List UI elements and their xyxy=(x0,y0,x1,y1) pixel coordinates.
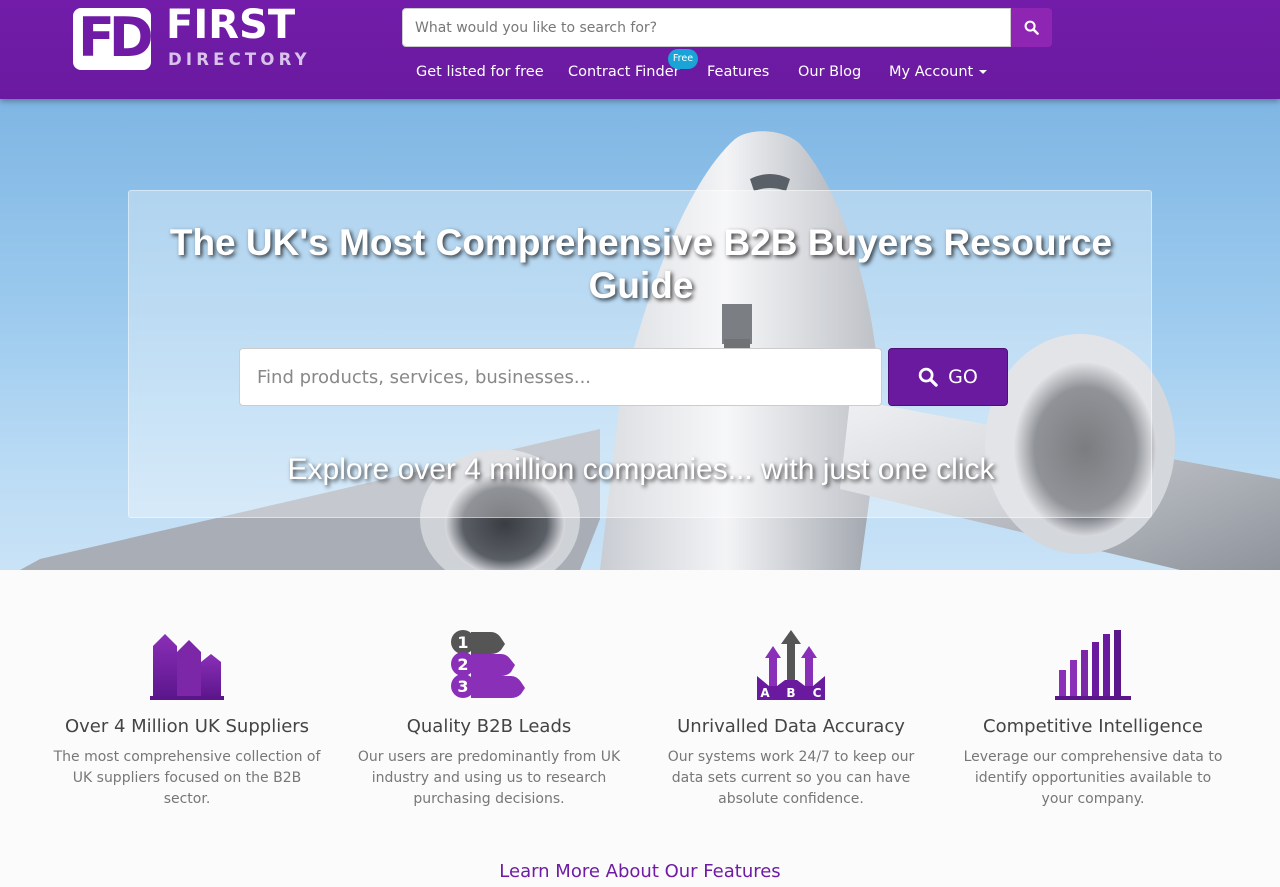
nav-my-account[interactable]: My Account xyxy=(889,64,988,80)
feature-description: Our users are predominantly from UK indu… xyxy=(357,749,621,807)
svg-text:2: 2 xyxy=(457,655,468,674)
first-directory-logo[interactable]: FD FIRST DIRECTORY xyxy=(73,2,325,72)
hero-title: The UK's Most Comprehensive B2B Buyers R… xyxy=(169,222,1113,306)
hero-banner: The UK's Most Comprehensive B2B Buyers R… xyxy=(0,99,1280,570)
bar-chart-icon xyxy=(1055,630,1131,700)
svg-text:C: C xyxy=(813,686,822,700)
go-button[interactable]: GO xyxy=(888,348,1008,406)
search-icon xyxy=(1024,20,1039,35)
feature-description: The most comprehensive collection of UK … xyxy=(53,749,321,807)
nav-my-account-label: My Account xyxy=(889,64,974,80)
svg-text:3: 3 xyxy=(457,677,468,696)
header-search-button[interactable] xyxy=(1011,8,1052,47)
numbered-list-icon: 1 2 3 xyxy=(451,630,525,698)
hero-search-input[interactable] xyxy=(239,348,882,406)
feature-title: Quality B2B Leads xyxy=(406,716,572,737)
buildings-icon xyxy=(150,634,224,700)
logo-word-directory: DIRECTORY xyxy=(168,50,311,69)
feature-leads: 1 2 3 Quality B2B Leads Our users are pr… xyxy=(338,630,640,810)
svg-text:1: 1 xyxy=(457,633,468,652)
hero-subtitle: Explore over 4 million companies... with… xyxy=(287,453,995,486)
nav-get-listed[interactable]: Get listed for free xyxy=(416,64,544,80)
feature-title: Unrivalled Data Accuracy xyxy=(677,716,905,737)
nav-features[interactable]: Features xyxy=(707,64,769,80)
feature-accuracy: A B C Unrivalled Data Accuracy Our syste… xyxy=(640,630,942,810)
free-badge: Free xyxy=(668,49,698,69)
feature-title: Over 4 Million UK Suppliers xyxy=(64,716,310,737)
logo-word-first: FIRST xyxy=(166,2,296,48)
feature-description: Our systems work 24/7 to keep our data s… xyxy=(667,749,915,807)
svg-text:A: A xyxy=(760,686,770,700)
svg-text:B: B xyxy=(786,686,795,700)
caret-down-icon xyxy=(979,70,988,74)
go-button-label: GO xyxy=(948,366,978,388)
hero-search-panel: The UK's Most Comprehensive B2B Buyers R… xyxy=(128,190,1152,518)
abc-arrows-icon: A B C xyxy=(757,630,825,700)
feature-suppliers: Over 4 Million UK Suppliers The most com… xyxy=(36,630,338,810)
feature-title: Competitive Intelligence xyxy=(983,716,1203,737)
feature-description: Leverage our comprehensive data to ident… xyxy=(963,749,1223,807)
logo-mark: FD xyxy=(73,6,154,70)
feature-intelligence: Competitive Intelligence Leverage our co… xyxy=(942,630,1244,810)
nav-our-blog[interactable]: Our Blog xyxy=(798,64,861,80)
site-header: FD FIRST DIRECTORY Get listed for free C… xyxy=(0,0,1280,99)
nav-contract-finder[interactable]: Contract Finder xyxy=(568,64,680,80)
header-search xyxy=(402,8,1052,47)
learn-more-link[interactable]: Learn More About Our Features xyxy=(0,861,1280,882)
header-search-input[interactable] xyxy=(402,8,1011,47)
search-icon xyxy=(918,367,938,387)
